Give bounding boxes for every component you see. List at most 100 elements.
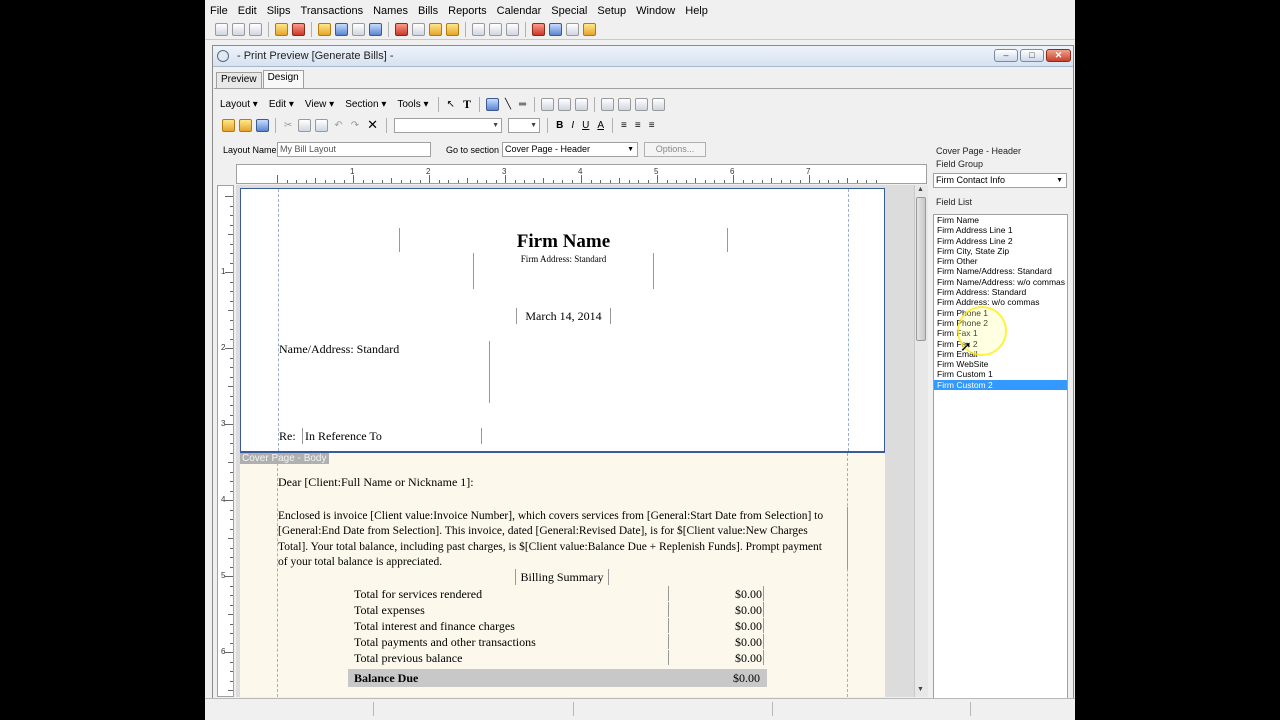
field-list-item[interactable]: Firm Address Line 2 [934, 236, 1067, 246]
field-list-item[interactable]: Firm WebSite [934, 359, 1067, 369]
scroll-up-icon[interactable]: ▲ [917, 186, 924, 193]
settings-icon[interactable] [532, 22, 545, 36]
font-size-combo[interactable]: ▼ [508, 117, 541, 133]
close-button[interactable]: ✕ [1046, 49, 1071, 62]
in-reference-to-field[interactable]: In Reference To [305, 429, 382, 444]
align-left-icon[interactable]: ≡ [617, 120, 631, 131]
menu-transactions[interactable]: Transactions [296, 5, 369, 17]
align-icon[interactable] [541, 97, 555, 111]
menu-setup[interactable]: Setup [592, 5, 631, 17]
edit-menu[interactable]: Edit ▾ [263, 99, 299, 110]
cover-page-header-section[interactable]: Firm Name Firm Address: Standard March 1… [240, 188, 885, 452]
layout-name-input[interactable]: My Bill Layout [277, 142, 431, 157]
cut-icon[interactable] [215, 22, 228, 36]
bills-icon[interactable] [395, 22, 408, 36]
distribute-vertical-icon[interactable] [618, 97, 632, 111]
invoice-paragraph[interactable]: Enclosed is invoice [Client value:Invoic… [278, 509, 823, 570]
undo-icon[interactable]: ↶ [330, 120, 346, 131]
scrollbar-thumb[interactable] [916, 197, 926, 341]
open-icon[interactable] [239, 118, 252, 132]
bold-button[interactable]: B [552, 120, 567, 131]
help-icon[interactable] [583, 22, 596, 36]
field-list[interactable]: Firm Name Firm Address Line 1 Firm Address… [933, 214, 1068, 720]
print-icon[interactable] [506, 22, 519, 36]
slips-icon[interactable] [318, 22, 331, 36]
menu-edit[interactable]: Edit [233, 5, 262, 17]
field-list-item[interactable]: Firm Fax 2 [934, 339, 1067, 349]
firm-address-field[interactable]: Firm Address: Standard [473, 254, 654, 264]
font-name-combo[interactable]: ▼ [394, 117, 503, 133]
field-tool-icon[interactable] [485, 97, 499, 111]
field-list-item[interactable]: Firm Other [934, 256, 1067, 266]
view-menu[interactable]: View ▾ [299, 99, 339, 110]
field-list-item[interactable]: Firm Name [934, 215, 1067, 225]
tab-design[interactable]: Design [262, 70, 304, 88]
hline-tool-icon[interactable]: ═ [515, 99, 530, 110]
copy-icon[interactable] [298, 118, 312, 132]
folder-icon[interactable] [429, 22, 442, 36]
folder-open-icon[interactable] [446, 22, 459, 36]
field-list-item[interactable]: Firm Phone 2 [934, 318, 1067, 328]
cover-page-body-section[interactable]: Cover Page - Body Dear [Client:Full Name… [240, 452, 885, 697]
new-slip-icon[interactable] [275, 22, 288, 36]
canvas-scrollbar[interactable]: ▲ ▼ [914, 185, 928, 697]
align-right-icon[interactable]: ≡ [645, 120, 659, 131]
bring-front-icon[interactable] [635, 97, 649, 111]
menu-slips[interactable]: Slips [262, 5, 296, 17]
field-list-item[interactable]: Firm Custom 2 [934, 379, 1067, 391]
date-field[interactable]: March 14, 2014 [516, 309, 611, 324]
child-title-bar[interactable]: - Print Preview [Generate Bills] - – □ ✕ [213, 46, 1073, 67]
bank-icon[interactable] [369, 22, 382, 36]
menu-window[interactable]: Window [631, 5, 680, 17]
field-list-item[interactable]: Firm Email [934, 349, 1067, 359]
add-icon[interactable] [222, 118, 235, 132]
italic-button[interactable]: I [567, 120, 578, 131]
salutation-field[interactable]: Dear [Client:Full Name or Nickname 1]: [278, 475, 474, 490]
field-group-select[interactable]: Firm Contact Info ▼ [933, 173, 1067, 188]
tab-preview[interactable]: Preview [216, 72, 262, 88]
text-tool-icon[interactable]: T [459, 97, 475, 112]
size-icon[interactable] [558, 97, 572, 111]
menu-calendar[interactable]: Calendar [492, 5, 547, 17]
field-list-item[interactable]: Firm Address: Standard [934, 287, 1067, 297]
horizontal-ruler[interactable]: 1 2 3 4 5 6 7 [236, 164, 927, 184]
field-list-item[interactable]: Firm Address Line 1 [934, 225, 1067, 235]
preview-icon[interactable] [489, 22, 502, 36]
copy-icon[interactable] [232, 22, 245, 36]
menu-names[interactable]: Names [368, 5, 413, 17]
underline-button[interactable]: U [578, 120, 593, 131]
send-back-icon[interactable] [652, 97, 666, 111]
minimize-button[interactable]: – [994, 49, 1018, 62]
layout-canvas[interactable]: Firm Name Firm Address: Standard March 1… [236, 185, 914, 697]
menu-file[interactable]: File [205, 5, 233, 17]
mail-icon[interactable] [566, 22, 579, 36]
tools-menu[interactable]: Tools ▾ [391, 99, 433, 110]
billing-summary-title[interactable]: Billing Summary [515, 570, 609, 585]
paste-icon[interactable] [249, 22, 262, 36]
delete-icon[interactable]: ✕ [363, 117, 382, 133]
edit-icon[interactable] [472, 22, 485, 36]
window-icon[interactable] [549, 22, 562, 36]
vertical-ruler[interactable]: 1 2 3 4 5 6 [217, 185, 234, 697]
go-to-section-select[interactable]: Cover Page - Header ▼ [502, 142, 638, 157]
menu-bills[interactable]: Bills [413, 5, 443, 17]
menu-reports[interactable]: Reports [443, 5, 492, 17]
phone-icon[interactable] [292, 22, 305, 36]
redo-icon[interactable]: ↷ [347, 120, 363, 131]
text-color-button[interactable]: A [593, 120, 608, 131]
align-center-icon[interactable]: ≡ [631, 120, 645, 131]
field-list-item[interactable]: Firm Phone 1 [934, 308, 1067, 318]
field-list-item[interactable]: Firm Name/Address: Standard [934, 266, 1067, 276]
field-list-item[interactable]: Firm Address: w/o commas [934, 297, 1067, 307]
field-list-item[interactable]: Firm Fax 1 [934, 328, 1067, 338]
pointer-icon[interactable]: ↖ [443, 99, 459, 110]
line-tool-icon[interactable]: ╲ [501, 99, 515, 110]
menu-help[interactable]: Help [680, 5, 713, 17]
field-list-item[interactable]: Firm Custom 1 [934, 369, 1067, 379]
clients-icon[interactable] [352, 22, 365, 36]
name-address-field[interactable]: Name/Address: Standard [279, 342, 399, 357]
scroll-down-icon[interactable]: ▼ [917, 686, 924, 693]
section-menu[interactable]: Section ▾ [339, 99, 391, 110]
names-icon[interactable] [335, 22, 348, 36]
save-icon[interactable] [256, 118, 269, 132]
